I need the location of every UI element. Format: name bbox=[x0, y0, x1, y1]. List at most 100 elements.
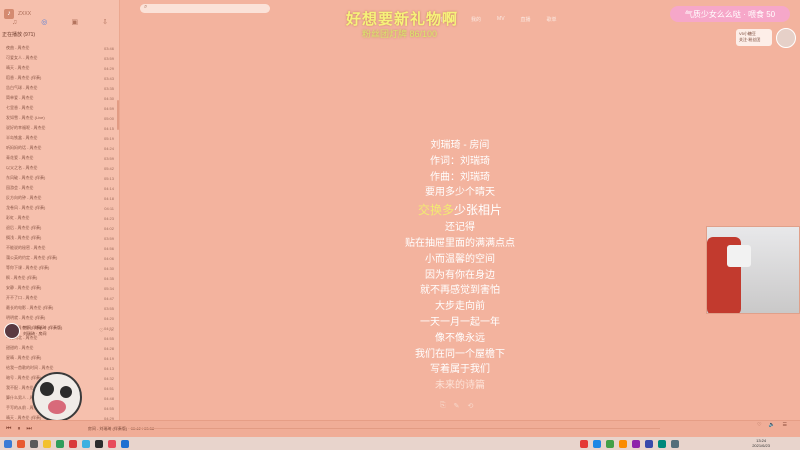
track-duration: 03:43 bbox=[103, 75, 114, 81]
taskbar-app-icon[interactable] bbox=[108, 439, 116, 448]
playlist-scrollbar[interactable] bbox=[117, 100, 119, 130]
track-name: 可爱女人 - 周杰伦 bbox=[6, 55, 38, 60]
lyric-edit-icon[interactable]: ✎ bbox=[454, 402, 460, 410]
track-duration: 04:18 bbox=[103, 195, 114, 201]
playlist-track[interactable]: 安静 - 周杰伦 (伴奏) 05:34 bbox=[0, 283, 118, 293]
track-duration: 04:55 bbox=[103, 405, 114, 411]
lyric-line: 写着属于我们 bbox=[340, 362, 580, 378]
lyric-text: 少张相片 bbox=[454, 203, 503, 218]
now-playing-card[interactable]: 房间 - 刘瑞琦 (伴奏版) 刘瑞琦 · 房间 ♡ ⋯ bbox=[4, 322, 116, 340]
taskbar-app-icon[interactable] bbox=[95, 439, 103, 448]
playlist-track[interactable]: 说好的幸福呢 - 周杰伦 04:15 bbox=[0, 123, 118, 133]
playlist-track[interactable]: 青花瓷 - 周杰伦 03:59 bbox=[0, 153, 118, 163]
album-art[interactable] bbox=[4, 323, 20, 339]
music-note-icon[interactable]: ♫ bbox=[12, 19, 17, 26]
tray-icon[interactable] bbox=[593, 439, 601, 448]
tray-icon[interactable] bbox=[671, 439, 679, 448]
folder-icon[interactable] bbox=[43, 439, 51, 448]
tray-icon[interactable] bbox=[580, 439, 588, 448]
playlist-track[interactable]: 夜曲 - 周杰伦 03:46 bbox=[0, 43, 118, 53]
follow-box[interactable]: V5小糖豆 关注·粉丝团 bbox=[736, 29, 772, 46]
taskbar-app-icon[interactable] bbox=[56, 439, 64, 448]
taskbar-app-icon[interactable] bbox=[17, 439, 25, 448]
taskbar-app-icon[interactable] bbox=[82, 439, 90, 448]
video-icon[interactable]: ▣ bbox=[71, 18, 78, 26]
playlist-track[interactable]: 发如雪 - 周杰伦 (Live) 05:00 bbox=[0, 113, 118, 123]
now-playing-text: 房间 - 刘瑞琦 (伴奏版) 刘瑞琦 · 房间 bbox=[23, 325, 96, 337]
progress-bar[interactable] bbox=[130, 428, 660, 429]
track-duration: 05:00 bbox=[103, 115, 114, 121]
playlist-track[interactable]: 听妈妈的话 - 周杰伦 04:24 bbox=[0, 143, 118, 153]
tray-icon[interactable] bbox=[619, 439, 627, 448]
playlist-header[interactable]: 正在播放 (971) bbox=[2, 31, 118, 39]
playlist-track[interactable]: 蒲公英的约定 - 周杰伦 (伴奏) 04:06 bbox=[0, 253, 118, 263]
tray-icon[interactable] bbox=[606, 439, 614, 448]
track-name: 枫 - 周杰伦 (伴奏) bbox=[6, 275, 38, 280]
tray-icon[interactable] bbox=[658, 439, 666, 448]
previous-icon[interactable]: ⏮ bbox=[6, 426, 11, 433]
tab-mine[interactable]: 我的 bbox=[471, 16, 481, 23]
pause-icon[interactable]: ⏸ bbox=[17, 426, 20, 433]
playlist-track[interactable]: 稻香 - 周杰伦 (伴奏) 03:43 bbox=[0, 73, 118, 83]
playlist-track[interactable]: 不能说的秘密 - 周杰伦 04:56 bbox=[0, 243, 118, 253]
lyric-text: 贴在抽屉里面的满满点点 bbox=[405, 237, 515, 249]
discover-icon[interactable]: ◎ bbox=[41, 18, 47, 26]
track-duration: 04:06 bbox=[103, 255, 114, 261]
track-name: 搁浅 - 周杰伦 (伴奏) bbox=[6, 235, 42, 240]
playlist-track[interactable]: 七里香 - 周杰伦 04:59 bbox=[0, 103, 118, 113]
lyric-line: 还记得 bbox=[340, 220, 580, 236]
playlist-track[interactable]: 星晴 - 周杰伦 (伴奏) 04:19 bbox=[0, 353, 118, 363]
track-duration: 04:32 bbox=[103, 375, 114, 381]
playlist-track[interactable]: 等你下课 - 周杰伦 (伴奏) 04:30 bbox=[0, 263, 118, 273]
tray-icon[interactable] bbox=[632, 439, 640, 448]
tab-mv[interactable]: MV bbox=[497, 16, 505, 23]
playlist-track[interactable]: 退后 - 周杰伦 (伴奏) 04:02 bbox=[0, 223, 118, 233]
playlist-track[interactable]: 东风破 - 周杰伦 (伴奏) 05:13 bbox=[0, 173, 118, 183]
tab-live[interactable]: 直播 bbox=[521, 16, 531, 23]
download-icon[interactable]: ⇩ bbox=[102, 18, 108, 26]
playlist-track[interactable]: 以父之名 - 周杰伦 05:42 bbox=[0, 163, 118, 173]
playlist-track[interactable]: 园游会 - 周杰伦 04:14 bbox=[0, 183, 118, 193]
playlist-track[interactable]: 甜甜的 - 周杰伦 04:28 bbox=[0, 343, 118, 353]
volume-icon[interactable]: 🔈 bbox=[769, 422, 778, 428]
playlist-track[interactable]: 最长的电影 - 周杰伦 (伴奏) 03:55 bbox=[0, 303, 118, 313]
playlist-icon[interactable]: ☰ bbox=[783, 422, 790, 428]
track-duration: 03:46 bbox=[103, 45, 114, 51]
lyric-copy-icon[interactable]: ⎘ bbox=[440, 402, 446, 410]
playlist-track[interactable]: 可爱女人 - 周杰伦 03:59 bbox=[0, 53, 118, 63]
track-name: 龙卷风 - 周杰伦 (伴奏) bbox=[6, 205, 46, 210]
taskbar-app-icon[interactable] bbox=[121, 439, 129, 448]
track-duration: 04:14 bbox=[103, 185, 114, 191]
taskbar-app-icon[interactable] bbox=[30, 439, 38, 448]
search-input[interactable] bbox=[140, 4, 270, 13]
playlist-track[interactable]: 搁浅 - 周杰伦 (伴奏) 03:59 bbox=[0, 233, 118, 243]
now-playing-controls-icon[interactable]: ♡ ⋯ bbox=[99, 328, 116, 334]
taskbar-clock[interactable]: 13:24 2021/6/23 bbox=[752, 438, 770, 448]
playlist-track[interactable]: 告白气球 - 周杰伦 03:35 bbox=[0, 83, 118, 93]
start-icon[interactable] bbox=[4, 439, 12, 448]
playlist-track[interactable]: 晴天 - 周杰伦 04:29 bbox=[0, 63, 118, 73]
playlist-track[interactable]: 开不了口 - 周杰伦 04:47 bbox=[0, 293, 118, 303]
lyric-line: 未来的诗篇 bbox=[340, 378, 580, 394]
playlist-track[interactable]: 枫 - 周杰伦 (伴奏) 04:35 bbox=[0, 273, 118, 283]
playlist-track[interactable]: 半岛铁盒 - 周杰伦 05:19 bbox=[0, 133, 118, 143]
lyric-text: 就不再感觉到害怕 bbox=[420, 285, 500, 297]
track-duration: 03:59 bbox=[103, 55, 114, 61]
lyric-text: 大步走向前 bbox=[435, 301, 485, 313]
lyric-translate-icon[interactable]: ⟲ bbox=[467, 402, 473, 410]
taskbar-app-icon[interactable] bbox=[69, 439, 77, 448]
playlist-track[interactable]: 简单爱 - 周杰伦 04:30 bbox=[0, 93, 118, 103]
track-duration: 05:34 bbox=[103, 285, 114, 291]
lyric-text: 刘瑞琦 - 房间 bbox=[430, 140, 490, 151]
track-name: 星晴 - 周杰伦 (伴奏) bbox=[6, 355, 42, 360]
heart-icon[interactable]: ♡ bbox=[757, 422, 764, 428]
track-name: 最长的电影 - 周杰伦 (伴奏) bbox=[6, 305, 54, 310]
next-icon[interactable]: ⏭ bbox=[26, 426, 31, 433]
playlist-track[interactable]: 反方向的钟 - 周杰伦 04:18 bbox=[0, 193, 118, 203]
playlist-track[interactable]: 龙卷风 - 周杰伦 (伴奏) 04:11 bbox=[0, 203, 118, 213]
search-icon[interactable]: ⌕ bbox=[144, 4, 147, 11]
track-name: 半岛铁盒 - 周杰伦 bbox=[6, 135, 38, 140]
tray-icon[interactable] bbox=[645, 439, 653, 448]
playlist-track[interactable]: 彩虹 - 周杰伦 04:23 bbox=[0, 213, 118, 223]
tab-playlist[interactable]: 歌单 bbox=[547, 16, 557, 23]
